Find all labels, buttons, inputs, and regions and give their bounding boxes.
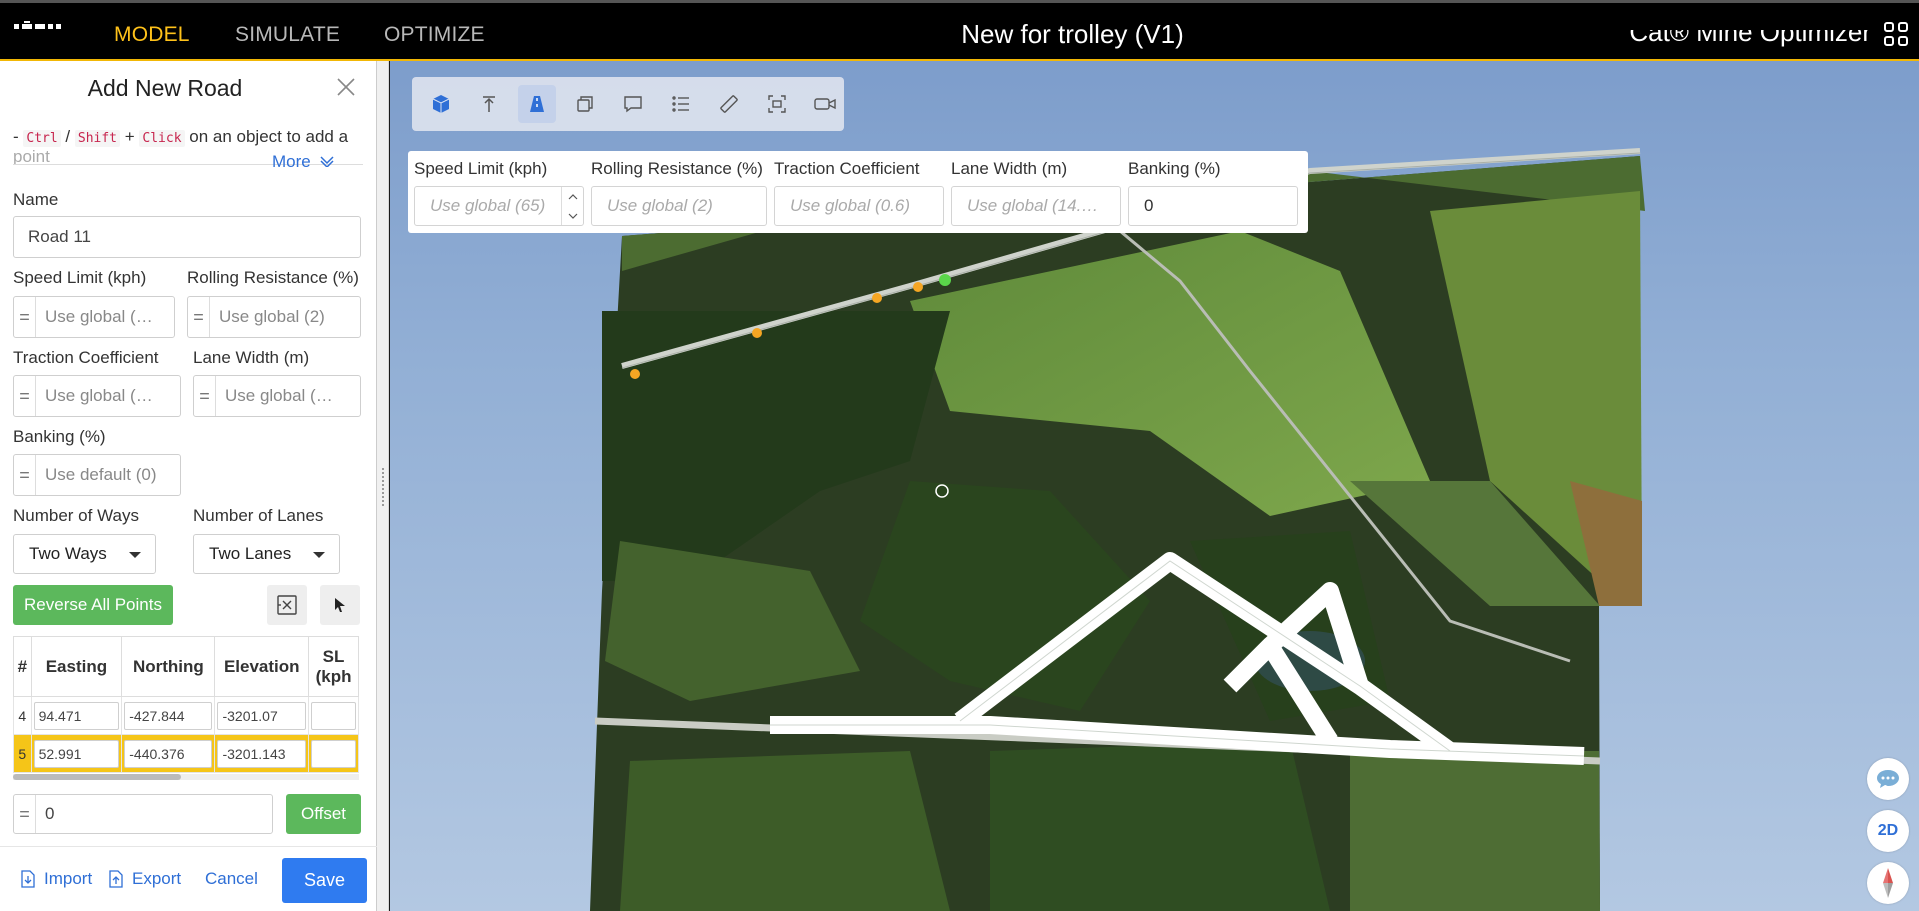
- prop-banking-input[interactable]: 0: [1128, 186, 1298, 226]
- prop-speed-input[interactable]: Use global (65): [414, 186, 584, 226]
- caret-down-icon: [313, 552, 325, 558]
- prop-rolling-label: Rolling Resistance (%): [591, 159, 763, 178]
- road-icon[interactable]: [518, 85, 556, 123]
- comment-icon[interactable]: [614, 85, 652, 123]
- export-button[interactable]: Export: [108, 869, 181, 889]
- offset-button[interactable]: Offset: [286, 794, 361, 834]
- more-link[interactable]: More: [272, 152, 335, 172]
- road-point-active-marker[interactable]: [939, 274, 951, 286]
- northing-cell[interactable]: -440.376: [124, 739, 213, 768]
- ctrl-key: Ctrl: [23, 130, 61, 147]
- sl-cell[interactable]: [311, 739, 356, 768]
- caret-down-icon: [129, 552, 141, 558]
- import-icon: [20, 870, 36, 888]
- spinner-icon[interactable]: [561, 187, 583, 225]
- export-icon: [108, 870, 124, 888]
- points-table: # Easting Northing Elevation SL (kph 4 9…: [13, 636, 359, 776]
- shift-key: Shift: [74, 130, 121, 147]
- footer-divider: [0, 846, 377, 847]
- close-icon[interactable]: [336, 77, 356, 102]
- elevation-cell[interactable]: -3201.143: [217, 739, 307, 768]
- elevation-icon[interactable]: [470, 85, 508, 123]
- col-header-sl: SL (kph: [308, 636, 359, 697]
- road-point-marker[interactable]: [630, 369, 640, 379]
- road-properties-bar: Speed Limit (kph) Use global (65) Rollin…: [408, 151, 1308, 233]
- view-2d-toggle[interactable]: 2D: [1867, 810, 1909, 852]
- elevation-cell[interactable]: -3201.07: [217, 701, 307, 730]
- lanes-label: Number of Lanes: [193, 506, 324, 525]
- equals-icon: =: [14, 297, 36, 337]
- prop-speed-label: Speed Limit (kph): [414, 159, 548, 178]
- compass-icon[interactable]: [1867, 862, 1909, 904]
- lane-width-label: Lane Width (m): [193, 348, 310, 367]
- banking-input[interactable]: = Use default (0): [13, 454, 181, 496]
- top-bar: MODEL SIMULATE OPTIMIZE New for trolley …: [0, 0, 1919, 61]
- lane-width-input[interactable]: = Use global (…: [193, 375, 361, 417]
- chevron-down-icon: [320, 156, 334, 169]
- apps-grid-icon[interactable]: [1883, 21, 1909, 52]
- panel-title: Add New Road: [87, 75, 243, 101]
- prop-lane-width-label: Lane Width (m): [951, 159, 1068, 178]
- col-header-northing: Northing: [121, 636, 216, 697]
- save-button[interactable]: Save: [282, 858, 367, 903]
- prop-rolling-input[interactable]: Use global (2): [591, 186, 767, 226]
- road-point-marker[interactable]: [872, 293, 882, 303]
- layers-icon[interactable]: [566, 85, 604, 123]
- prop-lane-width-input[interactable]: Use global (14.…: [951, 186, 1121, 226]
- video-camera-icon[interactable]: [806, 85, 844, 123]
- cancel-button[interactable]: Cancel: [205, 869, 258, 889]
- reverse-points-button[interactable]: Reverse All Points: [13, 585, 173, 625]
- col-header-easting: Easting: [30, 636, 123, 697]
- pointer-icon[interactable]: [320, 585, 360, 625]
- road-point-marker[interactable]: [752, 328, 762, 338]
- col-header-elevation: Elevation: [214, 636, 310, 697]
- table-scrollbar[interactable]: [13, 774, 359, 780]
- capture-icon[interactable]: [758, 85, 796, 123]
- equals-icon: =: [194, 376, 216, 416]
- speed-limit-label: Speed Limit (kph): [13, 268, 147, 287]
- equals-icon: =: [14, 455, 36, 495]
- lanes-select[interactable]: Two Lanes: [193, 534, 340, 574]
- cube-icon[interactable]: [422, 85, 460, 123]
- ways-select[interactable]: Two Ways: [13, 534, 156, 574]
- rolling-resistance-label: Rolling Resistance (%): [187, 268, 359, 287]
- map-viewport[interactable]: Speed Limit (kph) Use global (65) Rollin…: [390, 61, 1919, 911]
- northing-cell[interactable]: -427.844: [124, 701, 213, 730]
- easting-cell[interactable]: 94.471: [33, 701, 120, 730]
- row-index: 5: [13, 734, 32, 773]
- col-header-index: #: [13, 636, 32, 697]
- banking-label: Banking (%): [13, 427, 106, 446]
- traction-input[interactable]: = Use global (…: [13, 375, 181, 417]
- add-road-panel: Add New Road - Ctrl / Shift + Click on a…: [0, 61, 377, 911]
- offset-input[interactable]: = 0: [13, 794, 273, 834]
- prop-traction-input[interactable]: Use global (0.6): [774, 186, 944, 226]
- prop-traction-label: Traction Coefficient: [774, 159, 920, 178]
- rolling-resistance-input[interactable]: = Use global (2): [187, 296, 361, 338]
- equals-icon: =: [188, 297, 210, 337]
- sl-cell[interactable]: [311, 701, 356, 730]
- import-button[interactable]: Import: [20, 869, 92, 889]
- prop-banking-label: Banking (%): [1128, 159, 1221, 178]
- speed-limit-input[interactable]: = Use global (…: [13, 296, 175, 338]
- name-label: Name: [13, 190, 59, 209]
- name-input[interactable]: Road 11: [13, 216, 361, 258]
- table-row[interactable]: 4 94.471 -427.844 -3201.07: [13, 696, 359, 735]
- traction-label: Traction Coefficient: [13, 348, 159, 367]
- map-toolbar: [412, 77, 844, 131]
- easting-cell[interactable]: 52.991: [33, 739, 120, 768]
- scrollbar-thumb[interactable]: [13, 774, 181, 780]
- list-icon[interactable]: [662, 85, 700, 123]
- table-row-selected[interactable]: 5 52.991 -440.376 -3201.143: [13, 734, 359, 773]
- row-index: 4: [13, 696, 32, 735]
- ruler-icon[interactable]: [710, 85, 748, 123]
- equals-icon: =: [14, 376, 36, 416]
- ways-label: Number of Ways: [13, 506, 139, 525]
- equals-icon: =: [14, 795, 36, 833]
- road-point-marker[interactable]: [913, 282, 923, 292]
- chat-icon[interactable]: [1867, 758, 1909, 800]
- splitter-grip-icon[interactable]: [382, 468, 384, 508]
- excel-icon[interactable]: [267, 585, 307, 625]
- click-key: Click: [139, 130, 185, 147]
